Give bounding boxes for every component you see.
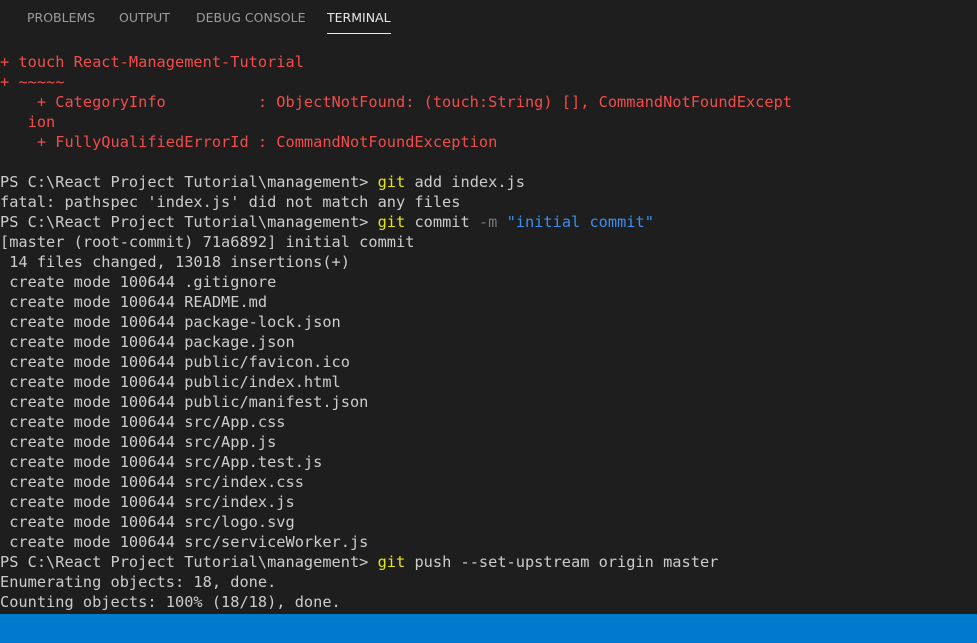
output-line: fatal: pathspec 'index.js' did not match… bbox=[0, 193, 461, 211]
output-line: create mode 100644 src/App.test.js bbox=[0, 453, 323, 471]
command-space bbox=[497, 213, 506, 231]
output-line: [master (root-commit) 71a6892] initial c… bbox=[0, 233, 415, 251]
output-line: create mode 100644 .gitignore bbox=[0, 273, 277, 291]
command-name: git bbox=[377, 173, 406, 191]
tab-problems[interactable]: PROBLEMS bbox=[27, 10, 95, 32]
tab-output-label: OUTPUT bbox=[119, 10, 170, 25]
output-line: create mode 100644 src/index.js bbox=[0, 493, 295, 511]
error-line: + CategoryInfo : ObjectNotFound: (touch:… bbox=[0, 93, 793, 111]
command-args: commit bbox=[405, 213, 479, 231]
tab-output[interactable]: OUTPUT bbox=[119, 10, 170, 32]
error-line: + ~~~~~ bbox=[0, 73, 65, 91]
prompt-text: PS C:\React Project Tutorial\management> bbox=[0, 173, 378, 191]
output-line: create mode 100644 public/favicon.ico bbox=[0, 353, 350, 371]
output-line: create mode 100644 src/serviceWorker.js bbox=[0, 533, 369, 551]
output-line: create mode 100644 src/App.js bbox=[0, 433, 277, 451]
terminal-output[interactable]: + touch React-Management-Tutorial + ~~~~… bbox=[0, 52, 977, 614]
command-line: PS C:\React Project Tutorial\management>… bbox=[0, 172, 525, 192]
output-line: create mode 100644 src/index.css bbox=[0, 473, 304, 491]
tab-debug-console-label: DEBUG CONSOLE bbox=[196, 10, 306, 25]
command-line: PS C:\React Project Tutorial\management>… bbox=[0, 552, 718, 572]
output-line: Counting objects: 100% (18/18), done. bbox=[0, 593, 341, 611]
prompt-text: PS C:\React Project Tutorial\management> bbox=[0, 553, 378, 571]
command-string: "initial commit" bbox=[506, 213, 654, 231]
output-line: create mode 100644 package-lock.json bbox=[0, 313, 341, 331]
tab-debug-console[interactable]: DEBUG CONSOLE bbox=[196, 10, 305, 32]
output-line: create mode 100644 src/App.css bbox=[0, 413, 286, 431]
output-line: create mode 100644 README.md bbox=[0, 293, 268, 311]
prompt-text: PS C:\React Project Tutorial\management> bbox=[0, 213, 378, 231]
output-line: create mode 100644 src/logo.svg bbox=[0, 513, 295, 531]
active-tab-indicator bbox=[327, 33, 391, 34]
command-args: add index.js bbox=[405, 173, 525, 191]
output-line: 14 files changed, 13018 insertions(+) bbox=[0, 253, 350, 271]
panel-tab-bar: PROBLEMS OUTPUT DEBUG CONSOLE TERMINAL bbox=[0, 0, 977, 36]
tab-problems-label: PROBLEMS bbox=[27, 10, 96, 25]
command-flag: -m bbox=[478, 213, 498, 231]
command-name: git bbox=[377, 553, 406, 571]
command-name: git bbox=[377, 213, 406, 231]
error-line: ion bbox=[0, 113, 56, 131]
status-bar bbox=[0, 614, 977, 643]
error-line: + FullyQualifiedErrorId : CommandNotFoun… bbox=[0, 133, 498, 151]
output-line: Enumerating objects: 18, done. bbox=[0, 573, 277, 591]
command-args: push --set-upstream origin master bbox=[405, 553, 719, 571]
output-line: create mode 100644 public/manifest.json bbox=[0, 393, 369, 411]
output-line: create mode 100644 public/index.html bbox=[0, 373, 341, 391]
terminal-panel: PROBLEMS OUTPUT DEBUG CONSOLE TERMINAL +… bbox=[0, 0, 977, 643]
error-line: + touch React-Management-Tutorial bbox=[0, 53, 304, 71]
command-line: PS C:\React Project Tutorial\management>… bbox=[0, 212, 654, 232]
tab-terminal[interactable]: TERMINAL bbox=[327, 10, 391, 34]
tab-terminal-label: TERMINAL bbox=[327, 10, 391, 25]
output-line: create mode 100644 package.json bbox=[0, 333, 295, 351]
